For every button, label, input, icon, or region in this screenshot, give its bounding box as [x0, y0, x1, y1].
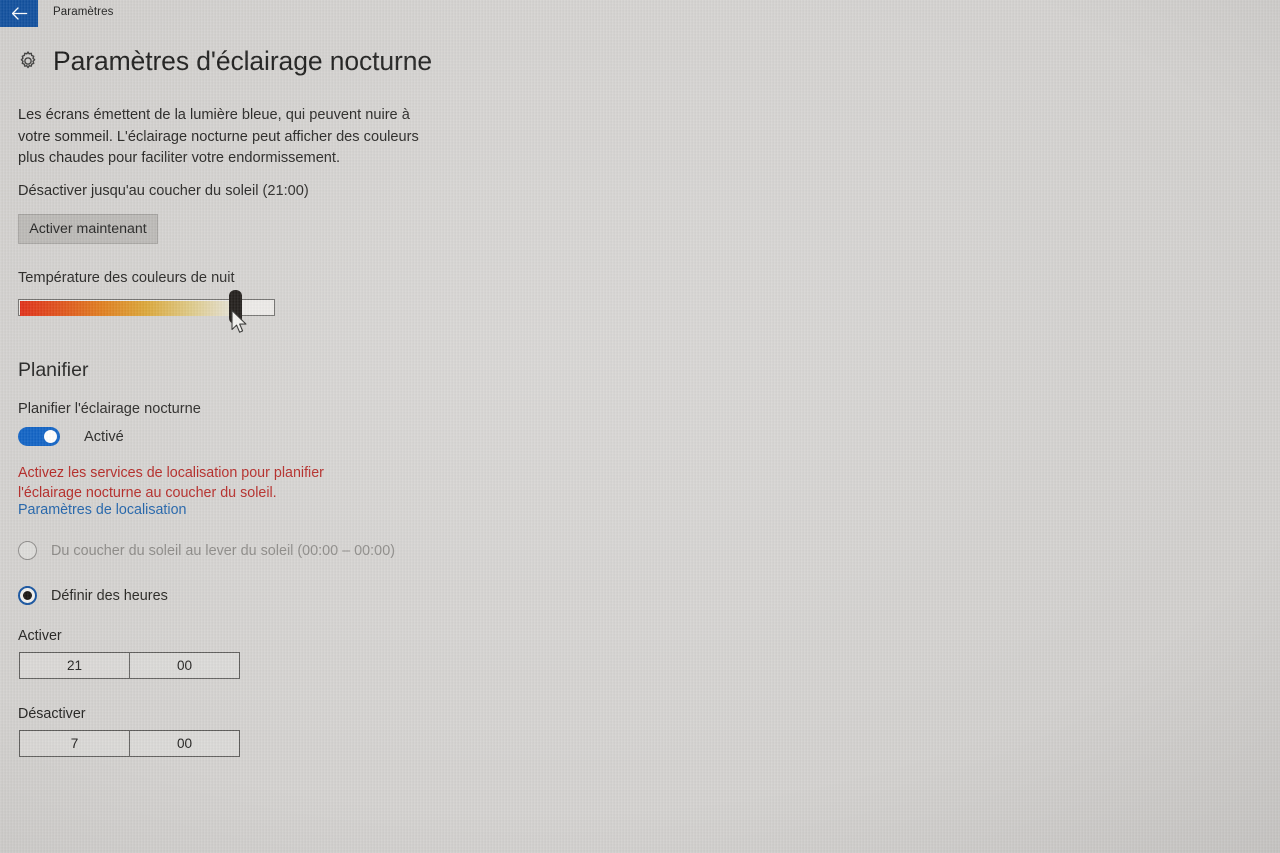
- schedule-section-heading: Planifier: [18, 359, 89, 381]
- turn-on-minutes-field[interactable]: 00: [130, 653, 239, 678]
- radio-option-set-hours[interactable]: Définir des heures: [18, 586, 168, 605]
- sunset-status-text: Désactiver jusqu'au coucher du soleil (2…: [18, 183, 309, 199]
- radio-sunset-label: Du coucher du soleil au lever du soleil …: [51, 542, 395, 559]
- turn-on-time-picker[interactable]: 21 00: [19, 652, 240, 679]
- page-header: Paramètres d'éclairage nocturne: [17, 48, 432, 75]
- settings-page: Paramètres Paramètres d'éclairage noctur…: [0, 0, 1280, 853]
- temperature-label: Température des couleurs de nuit: [18, 270, 235, 286]
- radio-selected-dot: [23, 591, 32, 600]
- turn-on-label: Activer: [18, 628, 62, 644]
- arrow-left-icon: [11, 7, 27, 20]
- schedule-toggle[interactable]: [18, 427, 60, 446]
- schedule-toggle-label: Planifier l'éclairage nocturne: [18, 401, 201, 417]
- toggle-state-text: Activé: [84, 428, 124, 445]
- slider-thumb[interactable]: [228, 290, 242, 324]
- temperature-slider[interactable]: [18, 290, 275, 324]
- titlebar: Paramètres: [0, 0, 1280, 28]
- back-button[interactable]: [0, 0, 38, 27]
- radio-set-hours-control[interactable]: [18, 586, 37, 605]
- toggle-knob: [44, 430, 57, 443]
- turn-off-hours-field[interactable]: 7: [20, 731, 130, 756]
- radio-set-hours-label: Définir des heures: [51, 587, 168, 604]
- radio-sunset-control[interactable]: [18, 541, 37, 560]
- titlebar-title: Paramètres: [53, 6, 114, 18]
- turn-off-minutes-field[interactable]: 00: [130, 731, 239, 756]
- radio-option-sunset[interactable]: Du coucher du soleil au lever du soleil …: [18, 541, 395, 560]
- description-text: Les écrans émettent de la lumière bleue,…: [18, 107, 419, 166]
- activate-now-button[interactable]: Activer maintenant: [18, 214, 158, 244]
- turn-on-hours-field[interactable]: 21: [20, 653, 130, 678]
- location-settings-link[interactable]: Paramètres de localisation: [18, 502, 186, 518]
- gear-icon: [20, 51, 36, 69]
- schedule-toggle-row: Activé: [18, 427, 124, 446]
- slider-gradient-fill: [20, 301, 237, 316]
- location-warning-text: Activez les services de localisation pou…: [18, 465, 324, 501]
- turn-off-time-picker[interactable]: 7 00: [19, 730, 240, 757]
- page-title: Paramètres d'éclairage nocturne: [53, 46, 433, 76]
- turn-off-label: Désactiver: [18, 706, 86, 722]
